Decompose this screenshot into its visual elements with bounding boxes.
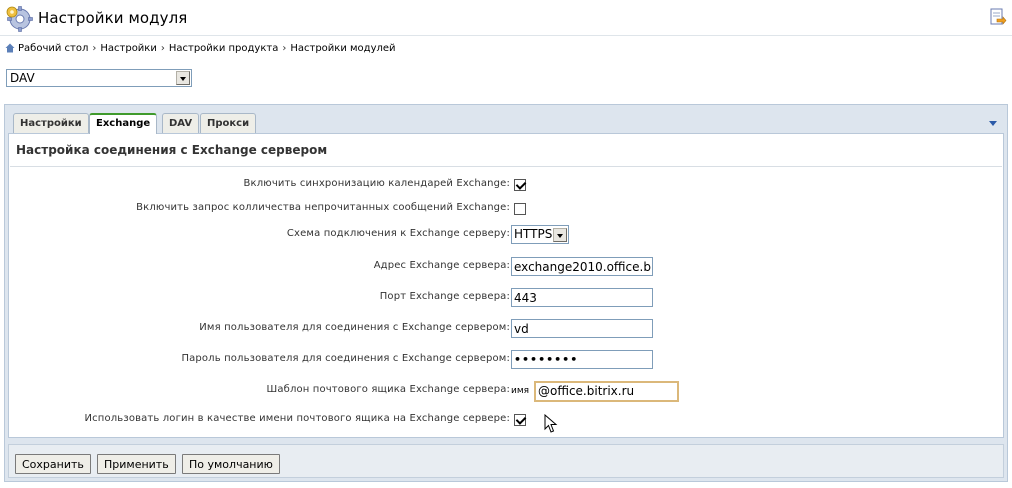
port-input[interactable]: 443 bbox=[511, 288, 653, 307]
scheme-label: Схема подключения к Exchange серверу: bbox=[286, 228, 510, 239]
field-row-sync-calendars: Включить синхронизацию календарей Exchan… bbox=[9, 174, 1003, 196]
use-login-checkbox[interactable] bbox=[514, 414, 526, 426]
apply-button[interactable]: Применить bbox=[97, 454, 176, 474]
module-select-value: DAV bbox=[10, 71, 35, 85]
username-input[interactable]: vd bbox=[511, 319, 653, 338]
field-row-mailbox-template: Шаблон почтового ящика Exchange сервера:… bbox=[9, 380, 1003, 402]
sync-calendars-label: Включить синхронизацию календарей Exchan… bbox=[243, 178, 510, 189]
unread-count-checkbox[interactable] bbox=[514, 203, 526, 215]
port-label: Порт Exchange сервера: bbox=[379, 291, 510, 302]
username-label: Имя пользователя для соединения с Exchan… bbox=[199, 322, 510, 333]
password-input[interactable]: •••••••• bbox=[511, 350, 653, 369]
page-title: Настройки модуля bbox=[38, 9, 188, 27]
field-row-use-login: Использовать логин в качестве имени почт… bbox=[9, 409, 1003, 431]
module-select[interactable]: DAV bbox=[6, 69, 192, 87]
mailbox-template-input[interactable]: @office.bitrix.ru bbox=[534, 381, 679, 402]
tab-exchange[interactable]: Exchange bbox=[89, 113, 158, 134]
breadcrumb-separator: › bbox=[282, 42, 287, 54]
password-label: Пароль пользователя для соединения с Exc… bbox=[181, 353, 510, 364]
sync-calendars-checkbox[interactable] bbox=[514, 179, 526, 191]
field-row-unread-count: Включить запрос колличества непрочитанны… bbox=[9, 198, 1003, 220]
gear-icon bbox=[6, 6, 33, 32]
field-row-username: Имя пользователя для соединения с Exchan… bbox=[9, 318, 1003, 340]
title-bar: Настройки модуля bbox=[0, 0, 1012, 36]
chevron-down-icon[interactable] bbox=[176, 71, 190, 85]
scheme-select-value: HTTPS bbox=[514, 227, 553, 241]
tab-content: Настройка соединения с Exchange сервером… bbox=[8, 133, 1004, 438]
breadcrumb: Рабочий стол › Настройки › Настройки про… bbox=[5, 41, 396, 55]
tab-settings[interactable]: Настройки bbox=[13, 113, 89, 133]
address-label: Адрес Exchange сервера: bbox=[373, 260, 510, 271]
scheme-select[interactable]: HTTPS bbox=[511, 225, 569, 244]
chevron-down-icon[interactable] bbox=[988, 120, 998, 128]
breadcrumb-separator: › bbox=[92, 42, 97, 54]
breadcrumb-item-module-settings[interactable]: Настройки модулей bbox=[290, 43, 395, 54]
field-row-address: Адрес Exchange сервера: exchange2010.off… bbox=[9, 256, 1003, 278]
chevron-down-icon[interactable] bbox=[553, 228, 567, 242]
button-bar: Сохранить Применить По умолчанию bbox=[8, 444, 1004, 478]
field-row-password: Пароль пользователя для соединения с Exc… bbox=[9, 349, 1003, 371]
export-icon[interactable] bbox=[989, 8, 1007, 26]
unread-count-label: Включить запрос колличества непрочитанны… bbox=[136, 202, 510, 213]
breadcrumb-separator: › bbox=[160, 42, 165, 54]
mailbox-template-prefix: имя bbox=[511, 386, 530, 396]
mailbox-template-label: Шаблон почтового ящика Exchange сервера: bbox=[266, 384, 510, 395]
tab-proxy[interactable]: Прокси bbox=[200, 113, 257, 133]
mouse-cursor-icon bbox=[544, 414, 558, 433]
save-button[interactable]: Сохранить bbox=[15, 454, 91, 474]
address-input[interactable]: exchange2010.office.bitrix bbox=[511, 257, 653, 276]
field-row-port: Порт Exchange сервера: 443 bbox=[9, 287, 1003, 309]
section-title: Настройка соединения с Exchange сервером bbox=[16, 143, 328, 157]
breadcrumb-item-settings[interactable]: Настройки bbox=[100, 43, 156, 54]
breadcrumb-item-desktop[interactable]: Рабочий стол bbox=[18, 43, 88, 54]
defaults-button[interactable]: По умолчанию bbox=[182, 454, 280, 474]
tab-dav[interactable]: DAV bbox=[162, 113, 200, 133]
home-icon[interactable] bbox=[5, 43, 15, 53]
field-row-scheme: Схема подключения к Exchange серверу: HT… bbox=[9, 224, 1003, 246]
breadcrumb-item-product-settings[interactable]: Настройки продукта bbox=[169, 43, 278, 54]
divider bbox=[10, 166, 1002, 167]
use-login-label: Использовать логин в качестве имени почт… bbox=[84, 413, 510, 424]
